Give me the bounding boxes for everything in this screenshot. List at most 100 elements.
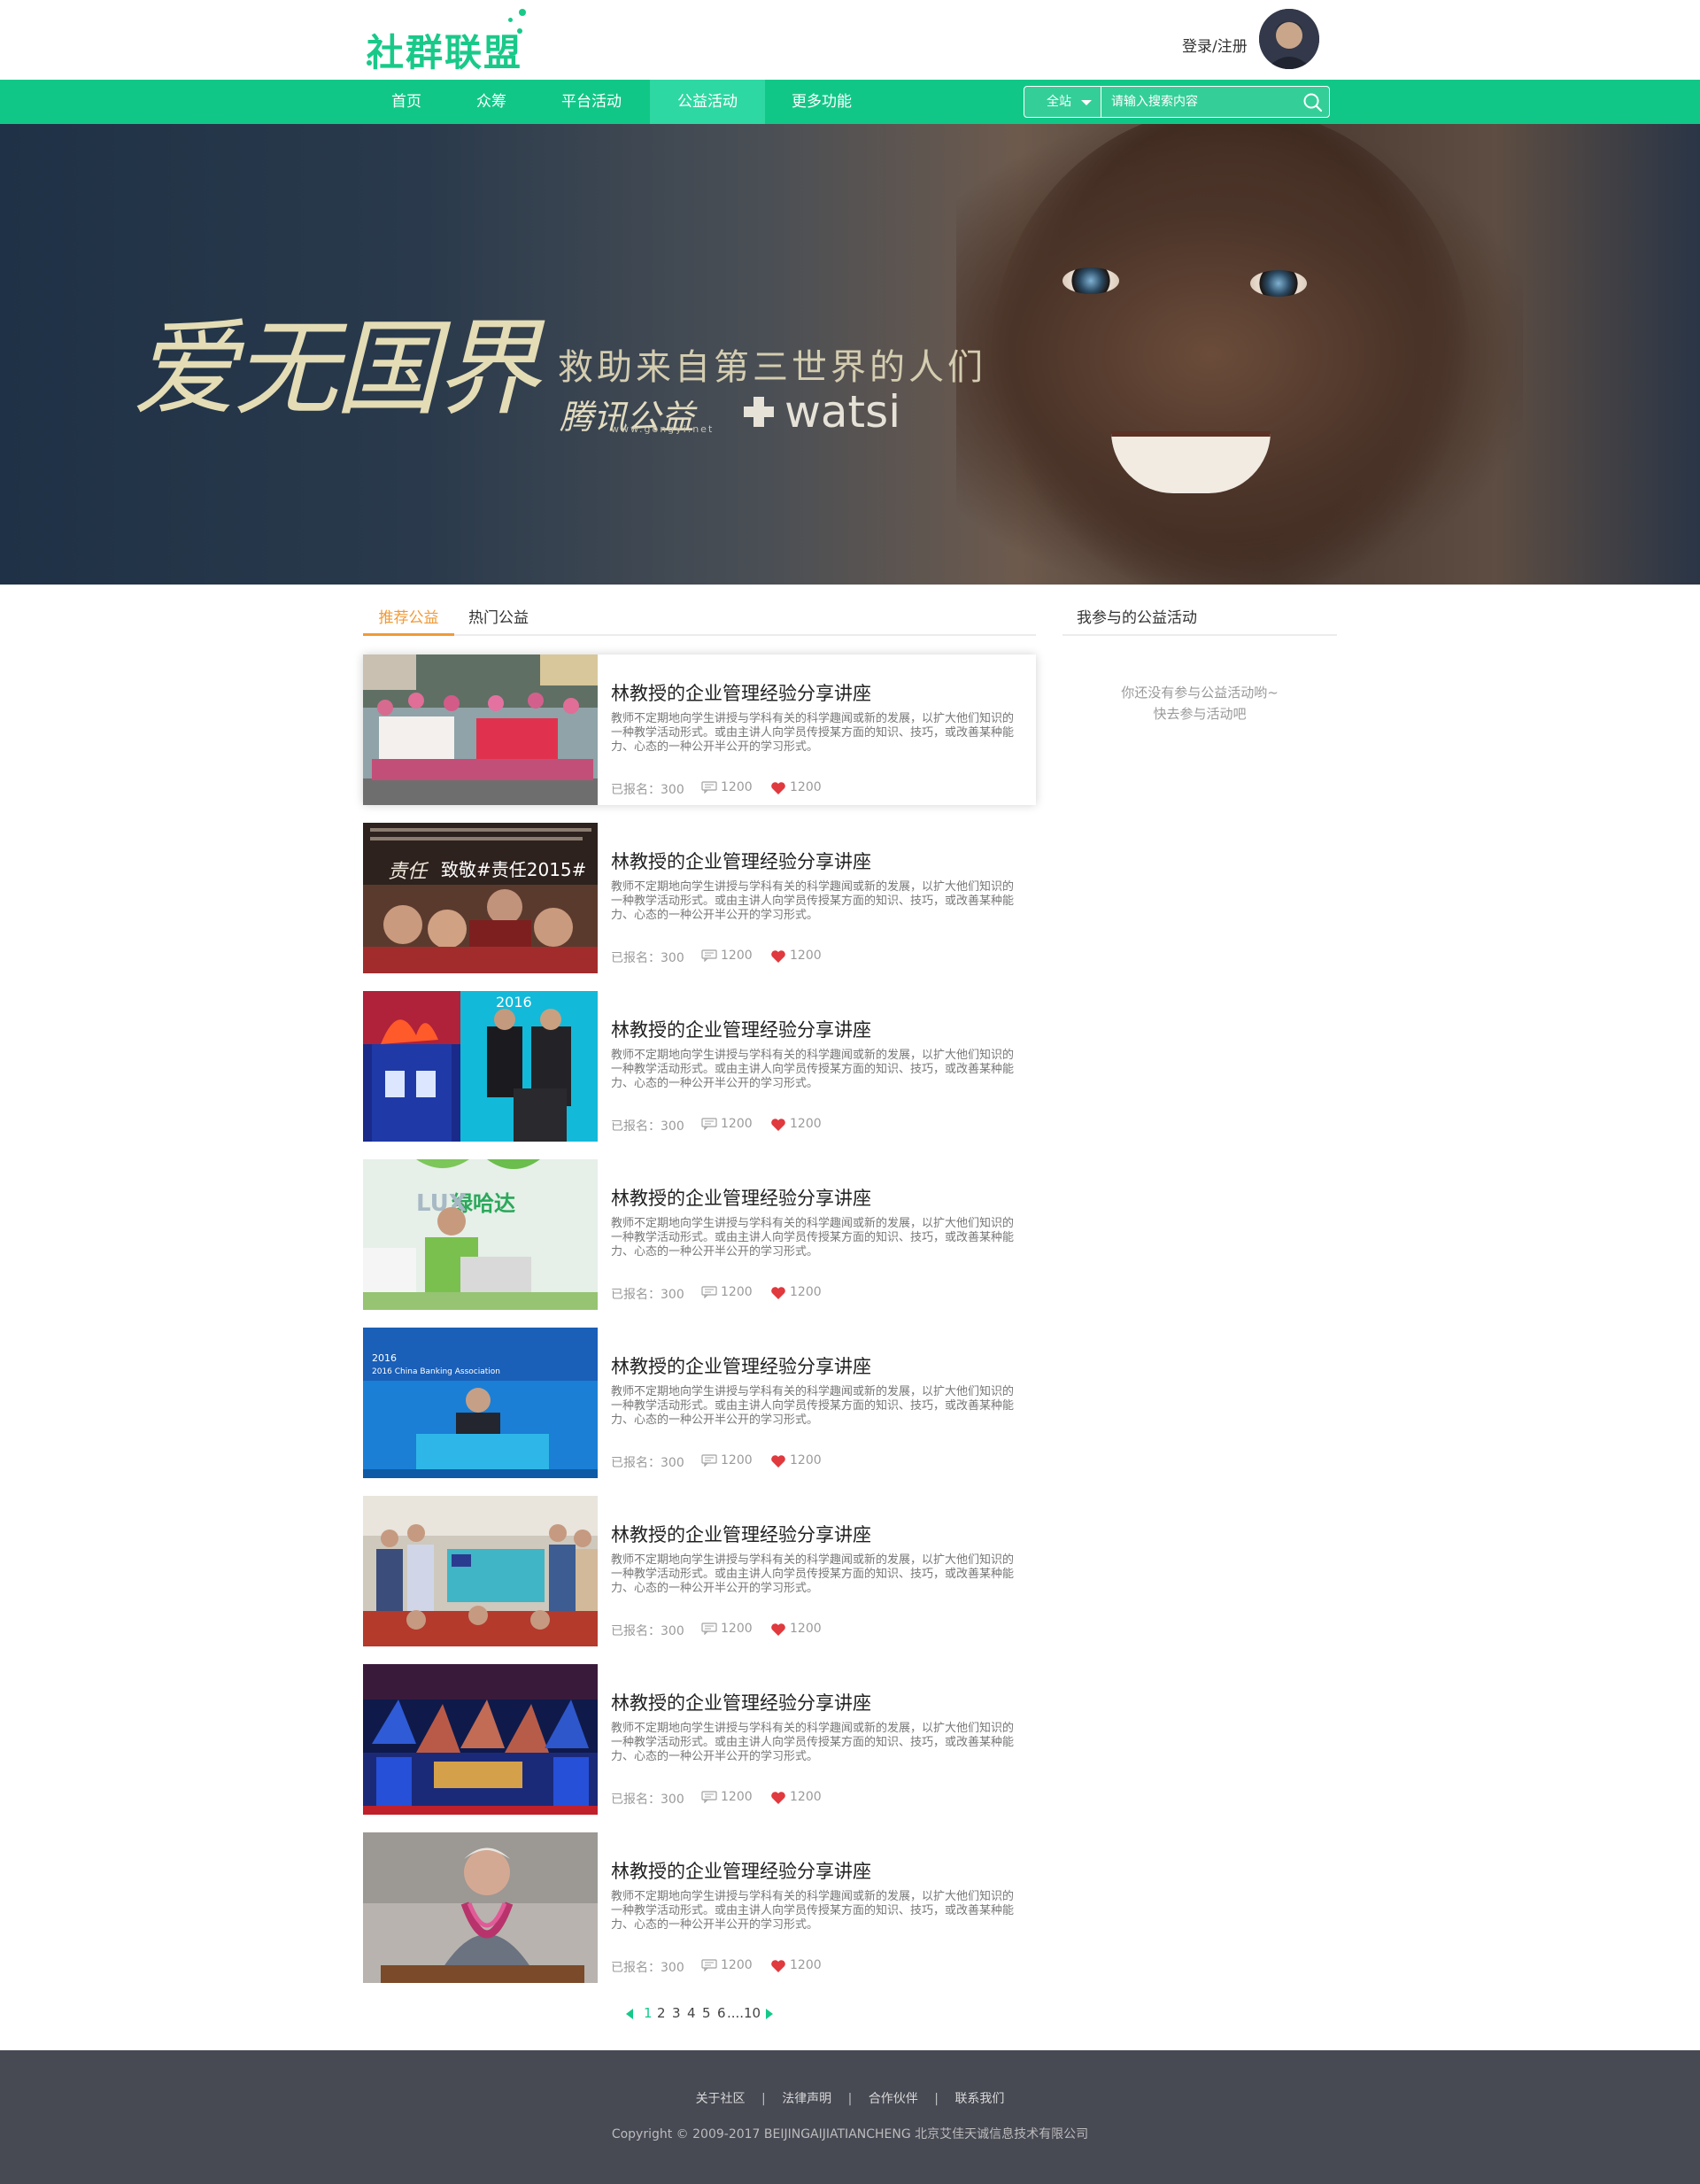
heart-icon: [771, 782, 785, 794]
comment-count: 1200: [721, 1285, 753, 1299]
signup-count: 已报名：300: [611, 1119, 684, 1134]
signup-count: 已报名：300: [611, 1456, 684, 1470]
comment-count: 1200: [721, 1958, 753, 1972]
logo-dot: [519, 9, 526, 16]
activity-title[interactable]: 林教授的企业管理经验分享讲座: [611, 1016, 871, 1042]
thumbnail-image: 2016: [363, 991, 598, 1142]
comment-count: 1200: [721, 1453, 753, 1468]
activity-description: 教师不定期地向学生讲授与学科有关的科学趣闻或新的发展，以扩大他们知识的一种教学活…: [611, 1385, 1015, 1427]
activity-thumbnail[interactable]: 2016: [363, 991, 598, 1142]
chevron-down-icon: [1081, 100, 1092, 105]
activity-item[interactable]: 2016 China Banking Association 2016 林教授的…: [363, 1328, 1036, 1478]
activity-item[interactable]: 林教授的企业管理经验分享讲座 教师不定期地向学生讲授与学科有关的科学趣闻或新的发…: [363, 1664, 1036, 1815]
banner-photo-eye: [1062, 267, 1119, 294]
footer-link-contact[interactable]: 联系我们: [954, 2092, 1004, 2106]
heart-icon: [771, 1960, 785, 1972]
nav-item-home[interactable]: 首页: [370, 80, 443, 124]
next-page-icon[interactable]: [766, 2009, 773, 2019]
comment-icon: [701, 1791, 717, 1803]
comment-icon: [701, 1623, 717, 1635]
page-link[interactable]: 2: [657, 2005, 666, 2021]
footer-link-partners[interactable]: 合作伙伴: [869, 2092, 918, 2106]
activity-item[interactable]: 林教授的企业管理经验分享讲座 教师不定期地向学生讲授与学科有关的科学趣闻或新的发…: [363, 1496, 1036, 1646]
like-count: 1200: [790, 780, 822, 794]
activity-item[interactable]: 林教授的企业管理经验分享讲座 教师不定期地向学生讲授与学科有关的科学趣闻或新的发…: [363, 1832, 1036, 1983]
nav-item-platform-activities[interactable]: 平台活动: [549, 80, 634, 124]
activity-item[interactable]: 林教授的企业管理经验分享讲座 教师不定期地向学生讲授与学科有关的科学趣闻或新的发…: [363, 654, 1036, 805]
activity-title[interactable]: 林教授的企业管理经验分享讲座: [611, 1352, 871, 1379]
activity-title[interactable]: 林教授的企业管理经验分享讲座: [611, 679, 871, 706]
thumbnail-image: [363, 1496, 598, 1646]
top-header: 社群联盟 登录/注册: [0, 0, 1700, 80]
page-link[interactable]: 3: [672, 2005, 681, 2021]
activity-thumbnail[interactable]: [363, 654, 598, 805]
activity-thumbnail[interactable]: [363, 1664, 598, 1815]
thumbnail-sign-text: 2016: [372, 1352, 397, 1364]
banner-photo-glow: [956, 124, 1523, 585]
avatar[interactable]: [1259, 9, 1319, 69]
search-scope-dropdown[interactable]: 全站: [1024, 87, 1101, 117]
like-count: 1200: [790, 1958, 822, 1972]
activity-thumbnail[interactable]: 2016 China Banking Association 2016: [363, 1328, 598, 1478]
page-link[interactable]: 5: [702, 2005, 711, 2021]
banner-photo-eye: [1250, 270, 1307, 297]
site-logo[interactable]: 社群联盟: [363, 5, 540, 76]
activity-title[interactable]: 林教授的企业管理经验分享讲座: [611, 1689, 871, 1715]
footer-link-about[interactable]: 关于社区: [696, 2092, 746, 2106]
activity-item[interactable]: 2016 林教授的企业管理经验分享讲座 教师不定期地向学生讲授与学科有关的科学趣…: [363, 991, 1036, 1142]
activity-title[interactable]: 林教授的企业管理经验分享讲座: [611, 848, 871, 874]
comment-icon: [701, 1454, 717, 1467]
search-icon[interactable]: [1302, 92, 1324, 113]
activity-description: 教师不定期地向学生讲授与学科有关的科学趣闻或新的发展，以扩大他们知识的一种教学活…: [611, 1722, 1015, 1763]
activity-thumbnail[interactable]: 绿哈达 LUX: [363, 1159, 598, 1310]
sidebar-empty-message: 你还没有参与公益活动哟~ 快去参与活动吧: [1062, 682, 1337, 724]
comment-count: 1200: [721, 1622, 753, 1636]
activity-description: 教师不定期地向学生讲授与学科有关的科学趣闻或新的发展，以扩大他们知识的一种教学活…: [611, 1890, 1015, 1932]
like-count: 1200: [790, 949, 822, 963]
thumbnail-image: [363, 1832, 598, 1983]
watsi-plus-icon: [744, 397, 774, 427]
join-activity-link[interactable]: 快去参与活动吧: [1062, 703, 1337, 724]
activity-item[interactable]: 绿哈达 LUX 林教授的企业管理经验分享讲座 教师不定期地向学生讲授与学科有关的…: [363, 1159, 1036, 1310]
comment-count: 1200: [721, 780, 753, 794]
avatar-image: [1259, 9, 1319, 69]
signup-count: 已报名：300: [611, 1624, 684, 1638]
activity-thumbnail[interactable]: 责任 致敬#责任2015#: [363, 823, 598, 973]
page-link[interactable]: 4: [687, 2005, 696, 2021]
login-register-link[interactable]: 登录/注册: [1182, 34, 1248, 56]
activity-title[interactable]: 林教授的企业管理经验分享讲座: [611, 1521, 871, 1547]
search-scope-label: 全站: [1047, 95, 1071, 109]
page-link[interactable]: 6: [717, 2005, 726, 2021]
page-link-current[interactable]: 1: [644, 2005, 653, 2021]
like-count: 1200: [790, 1117, 822, 1131]
footer-link-legal[interactable]: 法律声明: [782, 2092, 831, 2106]
activity-title[interactable]: 林教授的企业管理经验分享讲座: [611, 1184, 871, 1211]
site-footer: 关于社区 | 法律声明 | 合作伙伴 | 联系我们 Copyright © 20…: [0, 2050, 1700, 2184]
thumbnail-image: [363, 654, 598, 805]
thumbnail-sign-text: 2016: [496, 994, 532, 1011]
thumbnail-image: [363, 1664, 598, 1815]
nav-item-charity-activities[interactable]: 公益活动: [650, 80, 765, 124]
tab-recommended[interactable]: 推荐公益: [363, 602, 454, 636]
activity-description: 教师不定期地向学生讲授与学科有关的科学趣闻或新的发展，以扩大他们知识的一种教学活…: [611, 1553, 1015, 1595]
logo-text: 社群联盟: [367, 31, 523, 74]
nav-item-more-features[interactable]: 更多功能: [779, 80, 864, 124]
activity-thumbnail[interactable]: [363, 1832, 598, 1983]
main-nav: 首页 众筹 平台活动 公益活动 更多功能 全站: [0, 80, 1700, 124]
tab-popular[interactable]: 热门公益: [459, 602, 538, 636]
activity-title[interactable]: 林教授的企业管理经验分享讲座: [611, 1857, 871, 1884]
nav-search-box: 全站: [1024, 86, 1330, 118]
thumbnail-image: 责任 致敬#责任2015#: [363, 823, 598, 973]
thumbnail-overlay-text: 致敬#责任2015#: [441, 859, 586, 880]
activity-thumbnail[interactable]: [363, 1496, 598, 1646]
footer-separator: |: [847, 2092, 853, 2106]
nav-item-crowdfunding[interactable]: 众筹: [455, 80, 528, 124]
page-link-last[interactable]: 10: [744, 2005, 761, 2021]
my-activities-panel: 我参与的公益活动 你还没有参与公益活动哟~ 快去参与活动吧: [1062, 602, 1337, 724]
prev-page-icon[interactable]: [626, 2009, 633, 2019]
logo-dot: [508, 18, 513, 22]
nav-search-input[interactable]: [1102, 87, 1297, 117]
empty-line: 你还没有参与公益活动哟~: [1121, 685, 1279, 701]
activity-item[interactable]: 责任 致敬#责任2015# 林教授的企业管理经验分享讲座 教师不定期地向学生讲授…: [363, 823, 1036, 973]
signup-count: 已报名：300: [611, 783, 684, 797]
